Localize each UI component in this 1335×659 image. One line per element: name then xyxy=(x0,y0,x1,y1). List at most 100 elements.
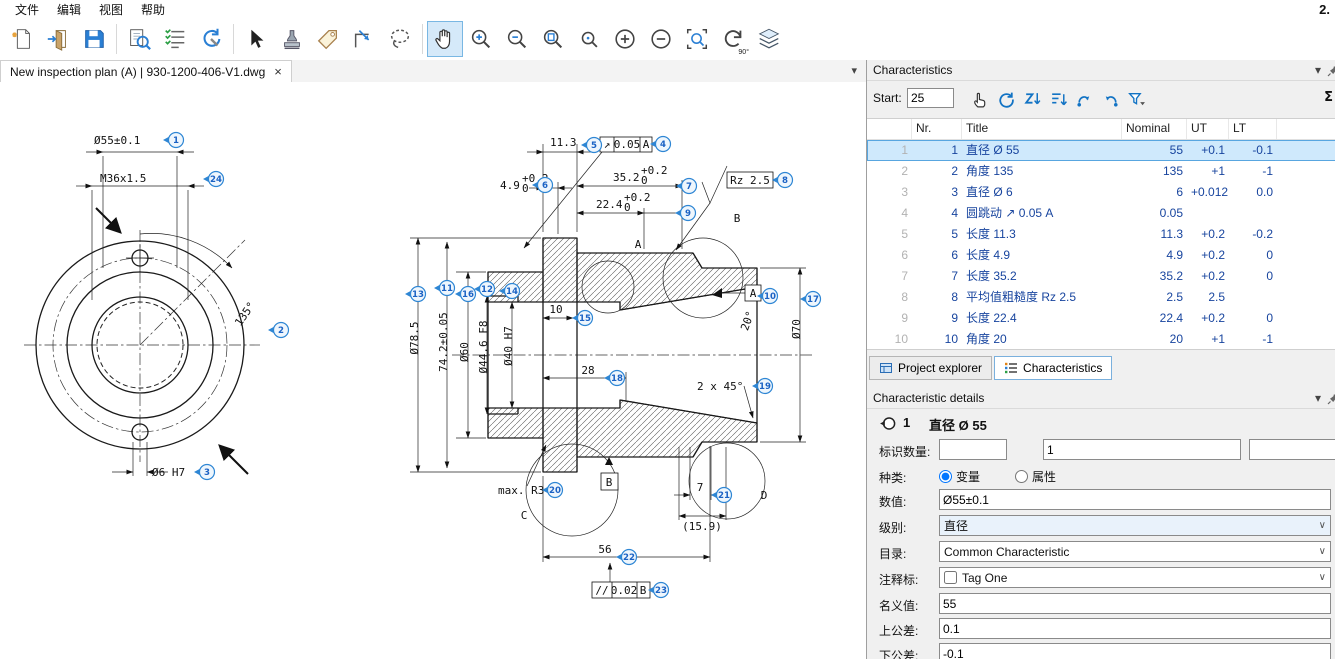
kind-attribute-radio[interactable] xyxy=(1015,470,1028,483)
id-count-input-3[interactable] xyxy=(1249,439,1335,460)
new-plan-icon xyxy=(9,26,35,52)
sum-symbol[interactable]: Σ xyxy=(1324,90,1333,105)
menu-view[interactable]: 视图 xyxy=(90,1,132,18)
id-count-input-1[interactable] xyxy=(939,439,1007,460)
zoom-region-button[interactable] xyxy=(679,21,715,57)
upper-tolerance-input[interactable] xyxy=(939,618,1331,639)
column-header-LT[interactable]: LT xyxy=(1229,119,1277,139)
tab-list-caret-icon[interactable]: ▾ xyxy=(851,64,857,77)
lower-tolerance-input[interactable] xyxy=(939,643,1331,659)
level-combo[interactable]: 直径 ∨ xyxy=(939,515,1331,536)
minus-circle-button[interactable] xyxy=(643,21,679,57)
tag-button[interactable] xyxy=(310,21,346,57)
balloon-17[interactable]: 17 xyxy=(800,292,821,307)
zoom-out-button[interactable] xyxy=(499,21,535,57)
characteristic-row-9[interactable]: 99长度 22.422.4+0.20 xyxy=(867,308,1335,329)
tag-combo[interactable]: Tag One ∨ xyxy=(939,567,1331,588)
plan-list-button[interactable] xyxy=(157,21,193,57)
layers-button[interactable] xyxy=(751,21,787,57)
close-icon[interactable]: × xyxy=(274,64,282,79)
stamp-button[interactable] xyxy=(274,21,310,57)
kind-variable-radio[interactable] xyxy=(939,470,952,483)
drawing-canvas[interactable]: Ø55±0.1M36x1.5135°Ø6 H711.34.9+0.2035.2+… xyxy=(0,82,866,659)
value-input[interactable] xyxy=(939,489,1331,510)
update-button[interactable] xyxy=(193,21,229,57)
balloon-23[interactable]: 23 xyxy=(648,583,669,598)
characteristic-row-7[interactable]: 77长度 35.235.2+0.20 xyxy=(867,266,1335,287)
menu-help[interactable]: 帮助 xyxy=(132,1,174,18)
balloon-18[interactable]: 18 xyxy=(604,371,625,386)
lasso-button[interactable] xyxy=(382,21,418,57)
zoom-in-button[interactable] xyxy=(463,21,499,57)
project-explorer-icon xyxy=(879,361,893,375)
column-header-Title[interactable]: Title xyxy=(962,119,1122,139)
zoom-cursor-button[interactable] xyxy=(571,21,607,57)
menu-edit[interactable]: 编辑 xyxy=(48,1,90,18)
balloon-19[interactable]: 19 xyxy=(752,379,773,394)
characteristic-row-10[interactable]: 1010角度 2020+1-1 xyxy=(867,329,1335,350)
tag-checkbox[interactable] xyxy=(944,571,957,584)
characteristic-row-8[interactable]: 88平均值粗糙度 Rz 2.52.52.5 xyxy=(867,287,1335,308)
sort-z-button[interactable] xyxy=(1020,87,1044,111)
menu-file[interactable]: 文件 xyxy=(6,1,48,18)
balloon-2[interactable]: 2 xyxy=(268,323,289,338)
flow-in-button[interactable] xyxy=(1072,87,1096,111)
sort-list-button[interactable] xyxy=(1046,87,1070,111)
balloon-8[interactable]: 8 xyxy=(772,173,793,188)
balloon-20[interactable]: 20 xyxy=(542,483,563,498)
balloon-4[interactable]: 4 xyxy=(650,137,671,152)
characteristic-row-3[interactable]: 33直径 Ø 66+0.0120.0 xyxy=(867,182,1335,203)
filter-button[interactable] xyxy=(1124,87,1148,111)
catalog-combo[interactable]: Common Characteristic ∨ xyxy=(939,541,1331,562)
rotate-90-button[interactable]: 90° xyxy=(715,21,751,57)
flow-out-button[interactable] xyxy=(1098,87,1122,111)
column-header-Nominal[interactable]: Nominal xyxy=(1122,119,1187,139)
plus-circle-button[interactable] xyxy=(607,21,643,57)
balloon-12[interactable]: 12 xyxy=(474,282,495,297)
find-button[interactable] xyxy=(121,21,157,57)
balloon-15[interactable]: 15 xyxy=(572,311,593,326)
balloon-9[interactable]: 9 xyxy=(675,206,696,221)
balloon-24[interactable]: 24 xyxy=(203,172,224,187)
lt-cell: -0.2 xyxy=(1229,224,1277,245)
characteristic-row-1[interactable]: 11直径 Ø 5555+0.1-0.1 xyxy=(867,140,1335,161)
corner-flag-button[interactable] xyxy=(346,21,382,57)
collapse-caret-icon[interactable]: ▾ xyxy=(1315,388,1321,409)
tag-value: Tag One xyxy=(962,571,1007,585)
touch-button[interactable] xyxy=(968,87,992,111)
nominal-input[interactable] xyxy=(939,593,1331,614)
balloon-13[interactable]: 13 xyxy=(405,287,426,302)
zoom-page-button[interactable] xyxy=(535,21,571,57)
characteristic-row-6[interactable]: 66长度 4.94.9+0.20 xyxy=(867,245,1335,266)
pin-icon[interactable] xyxy=(1327,63,1335,84)
tab-characteristics[interactable]: Characteristics xyxy=(994,356,1112,380)
id-count-input-2[interactable] xyxy=(1043,439,1241,460)
balloon-21[interactable]: 21 xyxy=(711,488,732,503)
characteristic-row-5[interactable]: 55长度 11.311.3+0.2-0.2 xyxy=(867,224,1335,245)
chevron-down-icon: ∨ xyxy=(1319,572,1326,583)
balloon-16[interactable]: 16 xyxy=(455,287,476,302)
balloon-1[interactable]: 1 xyxy=(163,133,184,148)
balloon-3[interactable]: 3 xyxy=(194,465,215,480)
document-tab[interactable]: New inspection plan (A) | 930-1200-406-V… xyxy=(0,60,292,82)
save-button[interactable] xyxy=(76,21,112,57)
details-panel-title: Characteristic details xyxy=(873,391,984,405)
start-input[interactable] xyxy=(907,88,954,108)
pan-button[interactable] xyxy=(427,21,463,57)
tab-project-explorer[interactable]: Project explorer xyxy=(869,356,992,380)
collapse-caret-icon[interactable]: ▾ xyxy=(1315,60,1321,81)
balloon-7[interactable]: 7 xyxy=(676,179,697,194)
reload-button[interactable] xyxy=(994,87,1018,111)
right-panel: Characteristics ▾ Start: Σ Nr.TitleNomin… xyxy=(866,60,1335,659)
balloon-11[interactable]: 11 xyxy=(434,281,455,296)
characteristic-row-4[interactable]: 44圆跳动 ↗ 0.05 A0.05 xyxy=(867,203,1335,224)
select-button[interactable] xyxy=(238,21,274,57)
column-header-index[interactable] xyxy=(867,119,912,139)
balloon-5[interactable]: 5 xyxy=(581,138,602,153)
column-header-Nr.[interactable]: Nr. xyxy=(912,119,962,139)
balloon-22[interactable]: 22 xyxy=(616,550,637,565)
column-header-UT[interactable]: UT xyxy=(1187,119,1229,139)
new-plan-button[interactable] xyxy=(4,21,40,57)
open-plan-button[interactable] xyxy=(40,21,76,57)
characteristic-row-2[interactable]: 22角度 135135+1-1 xyxy=(867,161,1335,182)
